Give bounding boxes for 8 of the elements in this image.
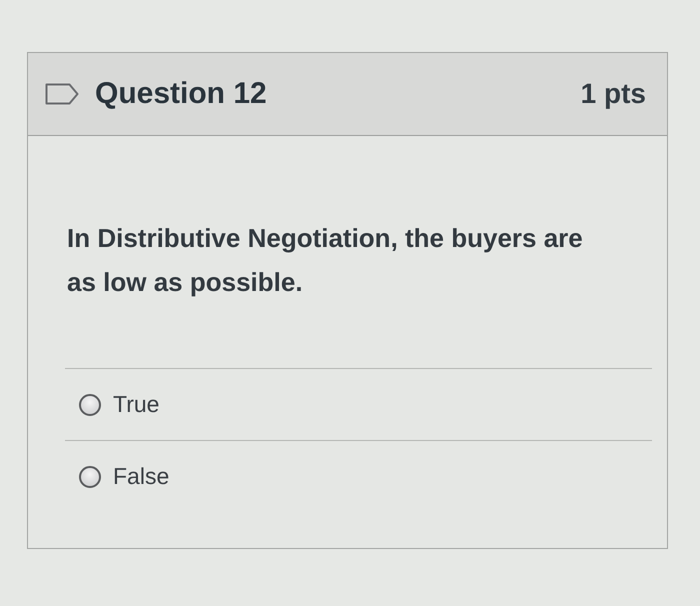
flag-icon[interactable] (45, 83, 79, 105)
answer-label[interactable]: True (113, 391, 160, 418)
question-text: In Distributive Negotiation, the buyers are as low as possible. (67, 222, 584, 299)
radio-button[interactable] (79, 466, 101, 488)
answer-label[interactable]: False (113, 463, 170, 490)
radio-button[interactable] (79, 394, 101, 416)
question-title: Question 12 (95, 77, 267, 111)
points-label: 1 pts (580, 78, 646, 110)
